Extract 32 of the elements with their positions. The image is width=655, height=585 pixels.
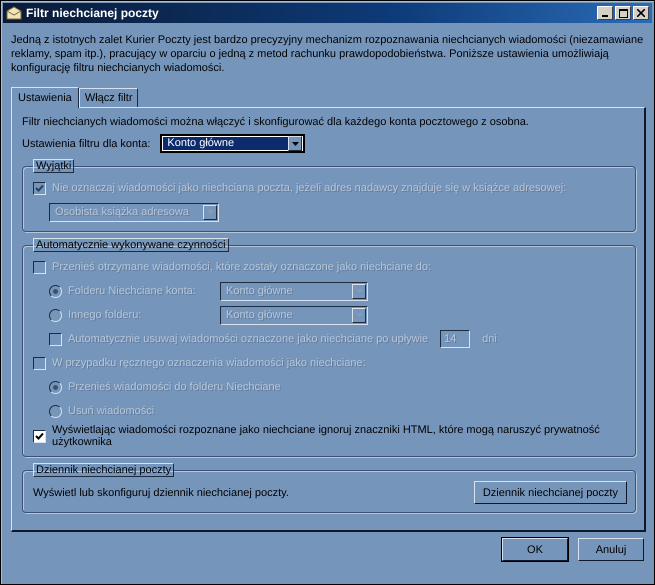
- checkbox-label: Nie oznaczaj wiadomości jako niechciana poczta, jeżeli adres nadawcy znajduje się w książce adresowej:: [52, 182, 566, 194]
- group-title: Wyjątki: [33, 159, 74, 173]
- log-description: Wyświetl lub skonfiguruj dziennik niechcianej poczty.: [33, 486, 290, 498]
- checkbox-label: W przypadku ręcznego oznaczenia wiadomości jako niechciane:: [52, 357, 366, 369]
- radio-label: Folderu Niechciane konta:: [68, 285, 197, 297]
- envelope-icon: [6, 6, 22, 20]
- radio-label: Usuń wiadomości: [68, 405, 154, 417]
- group-title: Automatycznie wykonywane czynności: [33, 238, 229, 252]
- maximize-icon: [618, 8, 628, 18]
- description-text: Jedną z istotnych zalet Kurier Poczty jest bardzo precyzyjny mechanizm rozpoznawania niechcianych wiadomości (niezamawiane reklamy, spam itp.), pracujący w oparciu o jedną z metod rachunku prawdopodobieństwa. Poniższe ustawienia umożliwiają konfigurację filtru niechcianych wiadomości.: [11, 33, 644, 75]
- close-icon: [637, 9, 645, 17]
- minimize-button[interactable]: [597, 6, 613, 20]
- dialog-button[interactable]: Anuluj: [578, 538, 644, 561]
- maximize-button[interactable]: [615, 6, 631, 20]
- close-button[interactable]: [633, 6, 649, 20]
- window-title: Filtr niechcianej poczty: [26, 6, 160, 20]
- checkbox[interactable]: [33, 430, 46, 442]
- tab[interactable]: Włącz filtr: [78, 88, 138, 107]
- checkbox-label: Automatycznie usuwaj wiadomości oznaczone jako niechciane po upływie: [68, 333, 428, 345]
- group-title: Dziennik niechcianej poczty: [33, 463, 174, 477]
- checkbox-label: Wyświetlając wiadomości rozpoznane jako niechciane ignoruj znaczniki HTML, które mogą naruszyć prywatność użytkownika: [52, 424, 601, 448]
- checkbox-label: Przenieś otrzymane wiadomości, które zostały oznaczone jako niechciane do:: [52, 261, 432, 273]
- account-label: Ustawienia filtru dla konta:: [22, 138, 150, 150]
- account-dropdown[interactable]: Konto główne: [160, 134, 306, 153]
- dropdown-arrow-icon: [292, 142, 299, 146]
- radio-label: Innego folderu:: [68, 309, 142, 321]
- tab[interactable]: Ustawienia: [11, 87, 79, 108]
- log-button[interactable]: Dziennik niechcianej poczty: [474, 481, 627, 504]
- dialog-button[interactable]: OK: [502, 538, 568, 561]
- radio-label: Przenieś wiadomości do folderu Niechciane: [68, 381, 281, 393]
- tab-description: Filtr niechcianych wiadomości można włączyć i skonfigurować dla każdego konta pocztowego z osobna.: [22, 116, 530, 128]
- days-unit: dni: [482, 333, 497, 345]
